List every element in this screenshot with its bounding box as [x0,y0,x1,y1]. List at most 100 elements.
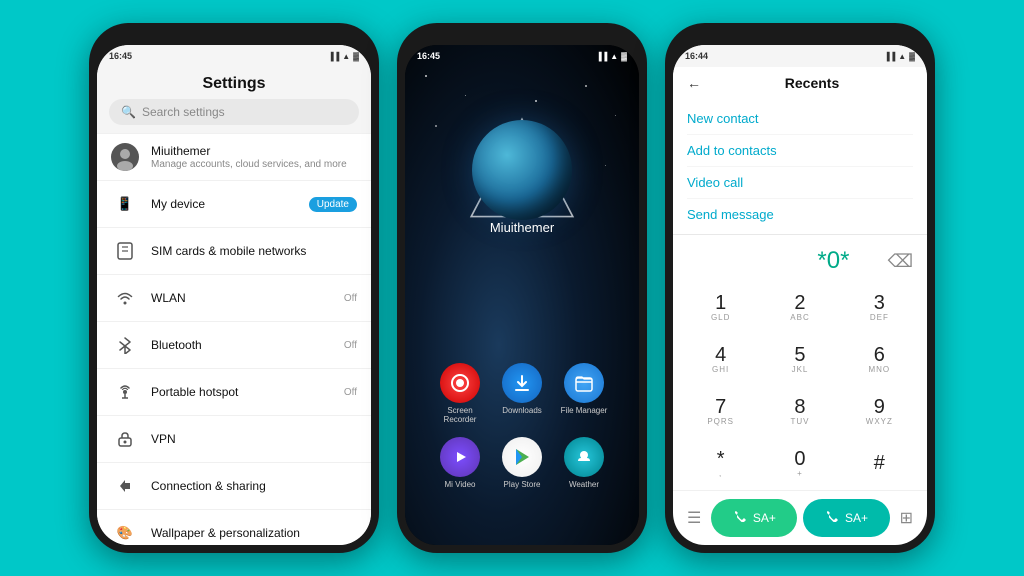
app-icon-img [564,363,604,403]
item-label: VPN [151,432,357,446]
app-file-manager[interactable]: File Manager [558,363,610,425]
key-1[interactable]: 1 GLD [681,281,760,333]
item-label: SIM cards & mobile networks [151,244,357,258]
status-time: 16:45 [417,51,440,61]
settings-item-vpn[interactable]: VPN [97,416,371,463]
app-downloads[interactable]: Downloads [496,363,548,425]
key-5[interactable]: 5 JKL [760,333,839,385]
app-icon-img [502,363,542,403]
item-label: Wallpaper & personalization [151,526,357,540]
app-screen-recorder[interactable]: Screen Recorder [434,363,486,425]
key-4[interactable]: 4 GHI [681,333,760,385]
status-icons: ▐▐ ▲ ▓ [596,52,627,61]
battery-icon: ▓ [353,52,359,61]
dialer-number: *0* [787,247,879,275]
settings-item-sim[interactable]: SIM cards & mobile networks [97,228,371,275]
planet-widget [457,105,587,235]
planet-graphic [472,120,572,220]
app-mi-video[interactable]: Mi Video [434,437,486,490]
call-button-green[interactable]: SA+ [711,499,797,537]
wifi-icon: ▲ [898,52,906,61]
connection-icon [111,472,139,500]
key-hash[interactable]: # [840,438,919,490]
settings-item-wallpaper[interactable]: 🎨 Wallpaper & personalization [97,510,371,545]
key-6[interactable]: 6 MNO [840,333,919,385]
key-star[interactable]: * , [681,438,760,490]
settings-item-my-device[interactable]: 📱 My device Update [97,181,371,228]
home-phone: 16:45 ▐▐ ▲ ▓ Miuithemer [397,23,647,553]
app-icon-img [502,437,542,477]
signal-icon: ▐▐ [328,52,339,61]
menu-item-send-message[interactable]: Send message [687,199,913,230]
app-play-store[interactable]: Play Store [496,437,548,490]
call-button-teal[interactable]: SA+ [803,499,889,537]
key-7[interactable]: 7 PQRS [681,386,760,438]
dialer-header: ← Recents [673,67,927,99]
recents-menu-list: New contact Add to contacts Video call S… [673,99,927,235]
settings-item-connection[interactable]: Connection & sharing [97,463,371,510]
wifi-icon: ▲ [610,52,618,61]
dialer-title: Recents [711,75,913,91]
menu-item-add-contact[interactable]: Add to contacts [687,135,913,167]
status-time: 16:45 [109,51,132,61]
profile-subtitle: Manage accounts, cloud services, and mor… [151,159,357,170]
wlan-icon [111,284,139,312]
search-placeholder: Search settings [142,105,225,119]
menu-item-new-contact[interactable]: New contact [687,103,913,135]
dialer-screen: 16:44 ▐▐ ▲ ▓ ← Recents New contact Add t… [673,45,927,545]
hotspot-icon [111,378,139,406]
settings-item-wlan[interactable]: WLAN Off [97,275,371,322]
battery-icon: ▓ [621,52,627,61]
call-button-label-2: SA+ [845,511,868,525]
apps-row-1: Screen Recorder Downloads File Manager [405,363,639,425]
item-label: WLAN [151,291,332,305]
settings-profile-item[interactable]: Miuithemer Manage accounts, cloud servic… [97,133,371,181]
key-0[interactable]: 0 + [760,438,839,490]
menu-item-video-call[interactable]: Video call [687,167,913,199]
item-label: Connection & sharing [151,479,357,493]
app-weather[interactable]: Weather [558,437,610,490]
settings-list: Miuithemer Manage accounts, cloud servic… [97,133,371,545]
phone-icon [733,511,747,525]
home-screen: 16:45 ▐▐ ▲ ▓ Miuithemer [405,45,639,545]
keypad-grid-icon[interactable]: ⊞ [896,508,917,528]
key-9[interactable]: 9 WXYZ [840,386,919,438]
app-label: Screen Recorder [434,406,486,425]
apps-row-2: Mi Video Play Store Weather [405,437,639,490]
item-label: Bluetooth [151,338,332,352]
phone-icon-2 [825,511,839,525]
key-2[interactable]: 2 ABC [760,281,839,333]
app-label: Downloads [502,406,542,416]
back-button[interactable]: ← [687,75,701,91]
key-3[interactable]: 3 DEF [840,281,919,333]
dialer-bottom-bar: ☰ SA+ SA+ ⊞ [673,490,927,545]
settings-item-bluetooth[interactable]: Bluetooth Off [97,322,371,369]
backspace-button[interactable]: ⌫ [888,251,913,272]
menu-icon[interactable]: ☰ [683,508,705,528]
wifi-icon: ▲ [342,52,350,61]
status-icons: ▐▐ ▲ ▓ [328,52,359,61]
bluetooth-icon [111,331,139,359]
wlan-status: Off [344,293,357,304]
status-icons: ▐▐ ▲ ▓ [884,52,915,61]
app-name-label: Miuithemer [490,220,554,235]
vpn-icon [111,425,139,453]
key-8[interactable]: 8 TUV [760,386,839,438]
call-button-label: SA+ [753,511,776,525]
settings-title: Settings [97,67,371,99]
search-icon: 🔍 [121,105,136,119]
signal-icon: ▐▐ [596,52,607,61]
device-icon: 📱 [111,190,139,218]
battery-icon: ▓ [909,52,915,61]
status-bar: 16:45 ▐▐ ▲ ▓ [97,45,371,67]
update-badge: Update [309,197,357,212]
app-icon-img [440,363,480,403]
app-label: Mi Video [445,480,476,490]
settings-phone: 16:45 ▐▐ ▲ ▓ Settings 🔍 Search settings [89,23,379,553]
settings-search-bar[interactable]: 🔍 Search settings [109,99,359,125]
keypad: 1 GLD 2 ABC 3 DEF 4 GHI 5 JKL [673,281,927,490]
hotspot-status: Off [344,387,357,398]
sim-icon [111,237,139,265]
bluetooth-status: Off [344,340,357,351]
settings-item-hotspot[interactable]: Portable hotspot Off [97,369,371,416]
